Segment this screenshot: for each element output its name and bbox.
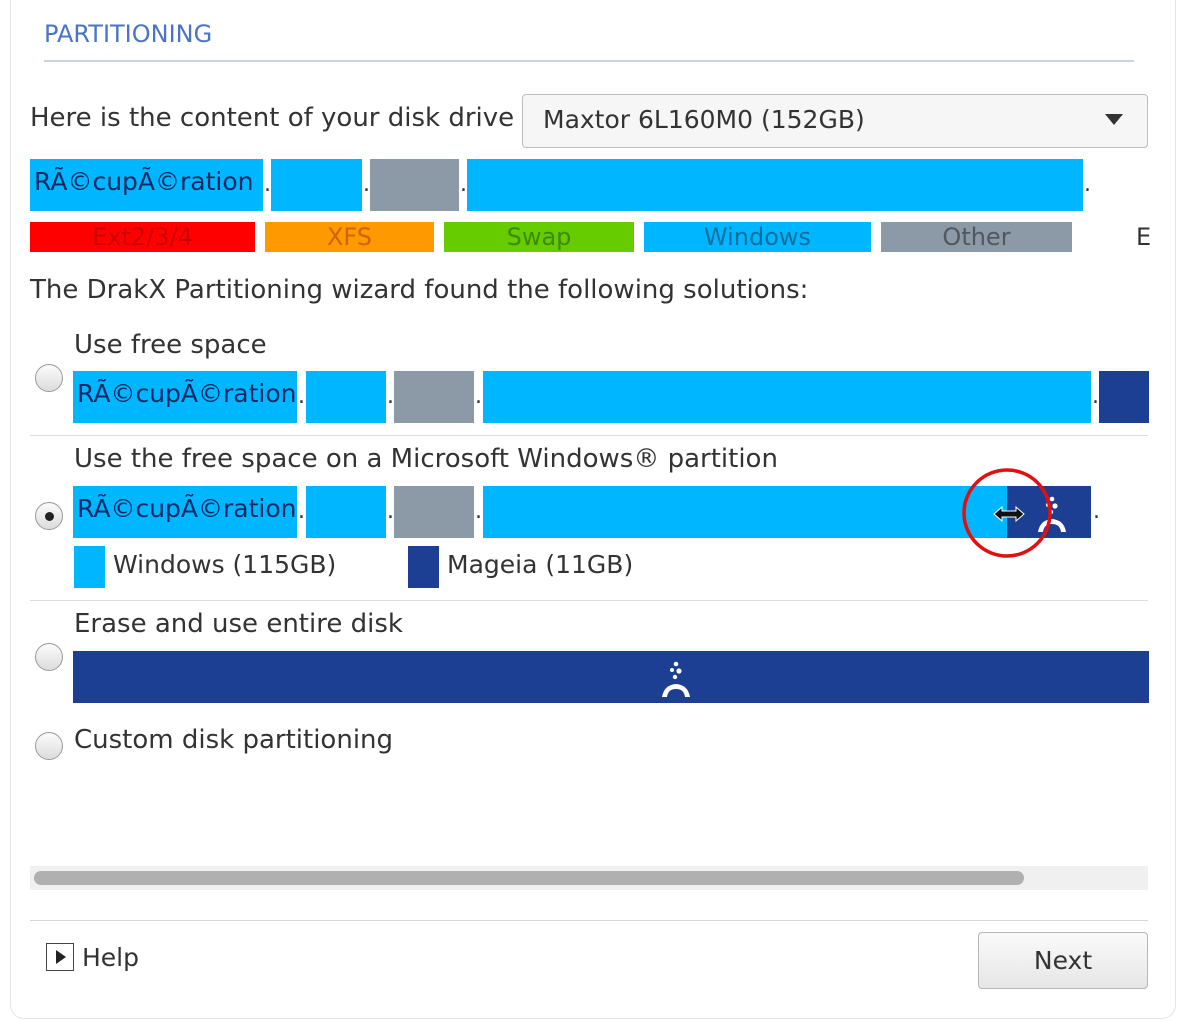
partition-recovery: RÃ©cupÃ©ration [30,159,263,211]
partition-label: RÃ©cupÃ©ration [77,494,297,523]
partition-label: RÃ©cupÃ©ration [77,379,297,408]
partition-other [370,159,459,211]
partition-windows-small [271,159,362,211]
drive-label: Here is the content of your disk drive [30,103,515,133]
partition-sep: . [363,172,370,197]
resize-arrows-icon[interactable] [992,504,1026,524]
partition-sep: . [298,384,305,409]
partition-windows-main [467,159,1083,211]
partition-sep: . [475,499,482,524]
partition-other [394,371,474,423]
partition-sep: . [387,384,394,409]
legend-mageia-size: Mageia (11GB) [447,550,634,579]
footer-divider [30,920,1148,921]
scrollbar-thumb[interactable] [34,871,1024,885]
partition-recovery: RÃ©cupÃ©ration [73,486,297,538]
legend-empty: E [1136,223,1150,251]
next-button[interactable]: Next [978,932,1148,989]
help-label: Help [82,943,139,972]
dropdown-caret-icon [1105,114,1123,125]
option-separator [30,600,1148,601]
partition-windows-small [306,371,386,423]
legend-mageia-swatch [408,546,439,588]
partition-recovery: RÃ©cupÃ©ration [73,371,297,423]
partition-sep: . [1092,384,1099,409]
partition-mageia-full [73,651,1149,703]
partition-sep: . [1093,499,1100,524]
legend-other: Other [881,222,1072,252]
partition-sep: . [1084,172,1091,197]
legend-ext: Ext2/3/4 [30,222,255,252]
drive-select-value: Maxtor 6L160M0 (152GB) [543,105,865,134]
partition-sep: . [264,172,271,197]
horizontal-scrollbar[interactable] [30,866,1148,890]
partition-sep: . [298,499,305,524]
help-icon [46,943,74,971]
legend-windows-swatch [74,546,105,588]
section-title: PARTITIONING [44,20,213,48]
partition-sep: . [387,499,394,524]
option-custom-label: Custom disk partitioning [74,725,394,755]
legend-xfs: XFS [265,222,434,252]
help-button[interactable]: Help [46,943,139,972]
partition-mageia [1099,371,1149,423]
radio-erase[interactable] [35,643,63,671]
wizard-text: The DrakX Partitioning wizard found the … [30,275,809,305]
legend-windows-size: Windows (115GB) [113,550,337,579]
option-separator [30,435,1148,436]
partition-windows-small [306,486,386,538]
partition-windows-resizable[interactable] [483,486,1007,538]
partition-windows-main [483,371,1091,423]
title-divider [44,60,1134,62]
partition-label: RÃ©cupÃ©ration [34,167,254,196]
option-free-space-label: Use free space [74,330,267,360]
partition-other [394,486,474,538]
radio-custom[interactable] [35,732,63,760]
partition-sep: . [475,384,482,409]
legend-swap: Swap [444,222,634,252]
option-erase-label: Erase and use entire disk [74,609,403,639]
radio-windows-resize[interactable] [35,502,63,530]
partition-sep: . [460,172,467,197]
mageia-logo-icon [662,661,690,697]
drive-select[interactable]: Maxtor 6L160M0 (152GB) [522,94,1148,148]
radio-free-space[interactable] [35,364,63,392]
option-windows-resize-label: Use the free space on a Microsoft Window… [74,444,778,474]
legend-windows: Windows [644,222,871,252]
